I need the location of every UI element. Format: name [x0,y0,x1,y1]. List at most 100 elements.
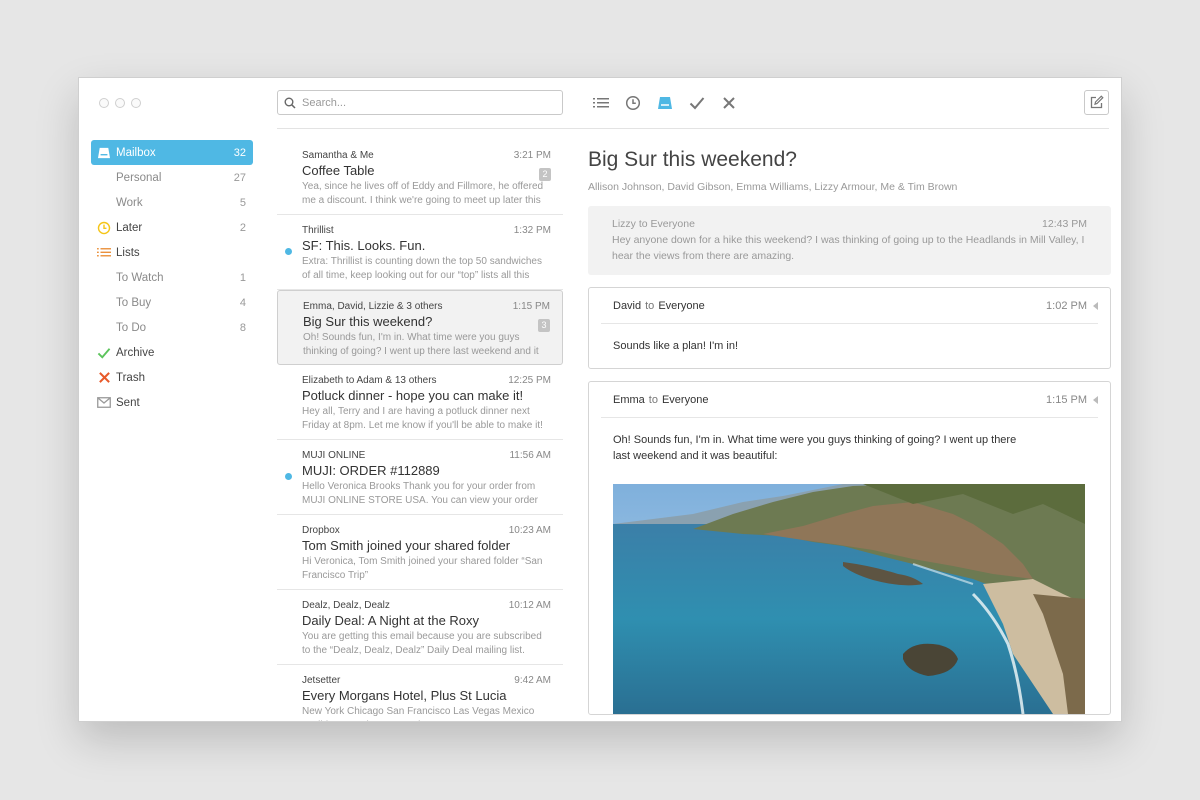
sidebar: Mailbox 32 Personal 27 Work 5 Later 2 Li… [91,140,253,415]
sidebar-item-personal[interactable]: Personal 27 [91,165,253,190]
window-controls [99,98,141,108]
mailbox-icon [96,145,112,161]
message-item[interactable]: Dropbox 10:23 AM Tom Smith joined your s… [277,515,563,590]
reply-recipient: Everyone [658,299,705,312]
list-icon[interactable] [591,93,611,113]
mailbox-icon[interactable] [655,93,675,113]
search-icon [284,97,296,109]
reply-recipient: Everyone [661,393,709,406]
check-icon[interactable] [687,93,707,113]
reply-header[interactable]: Emma to Everyone 1:15 PM [601,382,1098,418]
message-list: Samantha & Me 3:21 PM Coffee Table Yea, … [277,140,563,721]
sidebar-item-archive[interactable]: Archive [91,340,253,365]
attached-photo[interactable] [613,484,1086,714]
reply-body: Sounds like a plan! I'm in! [613,340,739,352]
reply-body: Oh! Sounds fun, I'm in. What time were y… [613,434,1017,462]
message-subject: Big Sur this weekend? [303,314,433,329]
message-preview: You are getting this email because you a… [302,631,542,656]
reply-sender: David [613,299,642,312]
sidebar-item-to-watch[interactable]: To Watch 1 [91,265,253,290]
reply-sender: Lizzy [612,218,636,230]
reply-header: Lizzy to Everyone 12:43 PM [612,218,1087,230]
close-icon[interactable] [719,93,739,113]
message-preview: Extra: Thrillist is counting down the to… [302,256,542,281]
reply-header[interactable]: David to Everyone 1:02 PM [601,288,1098,324]
thread-participants: Allison Johnson, David Gibson, Emma Will… [588,181,958,193]
close-window-button[interactable] [99,98,109,108]
sidebar-item-to-buy[interactable]: To Buy 4 [91,290,253,315]
reply-arrow-icon[interactable] [1093,395,1098,404]
message-time: 12:25 PM [508,375,551,386]
list-icon [96,245,112,261]
message-preview: New York Chicago San Francisco Las Vegas… [302,706,535,721]
message-time: 9:42 AM [514,675,551,686]
sidebar-item-count: 32 [233,146,246,159]
message-subject: Every Morgans Hotel, Plus St Lucia [302,688,507,703]
sidebar-item-to-do[interactable]: To Do 8 [91,315,253,340]
reply-sender: Emma [613,393,645,406]
sidebar-item-work[interactable]: Work 5 [91,190,253,215]
message-item-selected[interactable]: Emma, David, Lizzie & 3 others 1:15 PM B… [277,290,563,365]
search-input[interactable] [302,96,542,109]
sidebar-item-label: To Watch [116,271,164,284]
message-preview: Yea, since he lives off of Eddy and Fill… [302,181,544,206]
sidebar-item-label: Later [116,221,143,234]
sidebar-item-count: 1 [239,271,246,284]
toolbar-divider [277,128,1109,129]
compose-icon [1090,95,1104,109]
check-icon [96,345,112,361]
message-time: 10:12 AM [508,600,551,611]
message-item[interactable]: Samantha & Me 3:21 PM Coffee Table Yea, … [277,140,563,215]
x-icon [96,370,112,386]
sidebar-item-count: 2 [239,221,246,234]
message-item[interactable]: Dealz, Dealz, Dealz 10:12 AM Daily Deal:… [277,590,563,665]
sidebar-item-later[interactable]: Later 2 [91,215,253,240]
compose-button[interactable] [1084,90,1109,115]
thread-title: Big Sur this weekend? [588,148,797,171]
search-box[interactable] [277,90,563,115]
sidebar-item-lists[interactable]: Lists [91,240,253,265]
reply-time: 1:15 PM [1046,393,1087,406]
reply-arrow-icon[interactable] [1093,301,1098,310]
reply-time: 1:02 PM [1046,299,1087,312]
message-item[interactable]: Elizabeth to Adam & 13 others 12:25 PM P… [277,365,563,440]
sidebar-item-mailbox[interactable]: Mailbox 32 [91,140,253,165]
unread-dot [285,473,292,480]
sidebar-item-label: To Buy [116,296,152,309]
sidebar-item-label: To Do [116,321,147,334]
reply-recipient: Everyone [650,218,695,230]
message-subject: Potluck dinner - hope you can make it! [302,388,524,403]
sidebar-item-label: Work [116,196,143,209]
sidebar-item-label: Mailbox [116,146,156,159]
sidebar-item-label: Sent [116,396,140,409]
message-time: 11:56 AM [509,450,551,461]
sidebar-item-label: Personal [116,171,162,184]
message-subject: Coffee Table [302,163,375,178]
clock-icon [96,220,112,236]
unread-dot [285,248,292,255]
sidebar-item-count: 27 [233,171,246,184]
reply-card: Emma to Everyone 1:15 PM Oh! Sounds fun,… [588,381,1111,715]
zoom-window-button[interactable] [131,98,141,108]
sidebar-item-sent[interactable]: Sent [91,390,253,415]
reply-to-word: to [648,393,658,406]
message-item[interactable]: Jetsetter 9:42 AM Every Morgans Hotel, P… [277,665,563,721]
message-item[interactable]: MUJI ONLINE 11:56 AM MUJI: ORDER #112889… [277,440,563,515]
clock-icon[interactable] [623,93,643,113]
sidebar-item-count: 8 [239,321,246,334]
app-window: Mailbox 32 Personal 27 Work 5 Later 2 Li… [78,77,1122,722]
sidebar-item-trash[interactable]: Trash [91,365,253,390]
reply-to-word: to [645,299,655,312]
thread-view: Big Sur this weekend? Allison Johnson, D… [588,140,1111,715]
message-subject: Daily Deal: A Night at the Roxy [302,613,480,628]
toolbar [591,93,739,113]
sidebar-item-label: Lists [116,246,140,259]
sidebar-item-label: Trash [116,371,145,384]
reply-body: Hey anyone down for a hike this weekend?… [612,234,1085,262]
message-subject: MUJI: ORDER #112889 [302,463,440,478]
sidebar-item-label: Archive [116,346,155,359]
minimize-window-button[interactable] [115,98,125,108]
reply-collapsed[interactable]: Lizzy to Everyone 12:43 PM Hey anyone do… [588,206,1111,275]
message-time: 1:32 PM [513,225,551,236]
message-item[interactable]: Thrillist 1:32 PM SF: This. Looks. Fun. … [277,215,563,290]
